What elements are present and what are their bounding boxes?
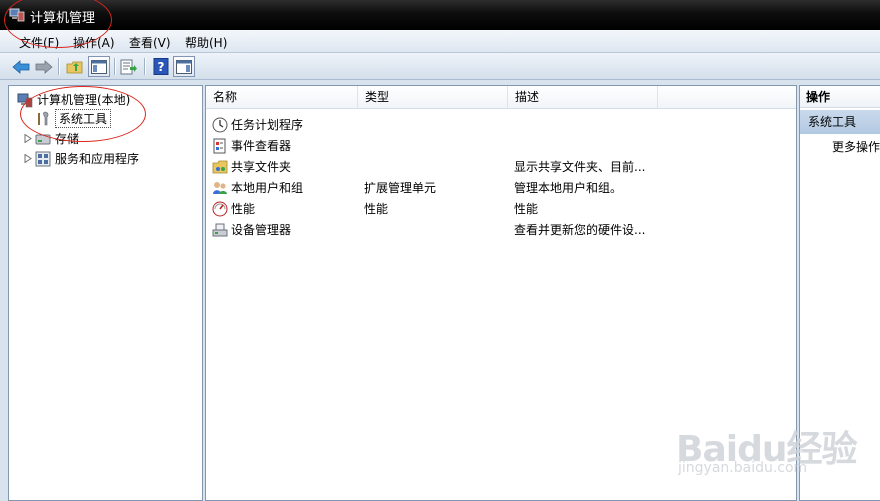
arrow-right-icon <box>35 59 53 74</box>
watermark-url: jingyan.baidu.com <box>678 460 808 476</box>
toolbar-separator <box>114 58 115 75</box>
item-name: 任务计划程序 <box>231 118 304 132</box>
clock-icon <box>212 117 228 132</box>
users-icon <box>213 181 227 194</box>
console-tree-pane: 计算机管理(本地) 系统工具 存储 服务和应用程序 <box>8 85 203 501</box>
show-hide-action-pane-button[interactable] <box>173 56 195 77</box>
services-icon <box>35 151 51 166</box>
export-list-icon <box>120 59 137 74</box>
list-item-performance[interactable]: 性能 性能 性能 <box>206 197 796 218</box>
window-title: 计算机管理 <box>30 11 96 26</box>
show-hide-tree-button[interactable] <box>88 56 110 77</box>
item-description: 管理本地用户和组。 <box>514 181 623 195</box>
menu-help[interactable]: 帮助(H) <box>185 34 227 51</box>
item-type: 扩展管理单元 <box>364 181 437 195</box>
item-name: 性能 <box>231 202 256 216</box>
shared-folder-icon <box>212 160 228 173</box>
list-item-event-viewer[interactable]: 事件查看器 <box>206 134 796 155</box>
actions-section-system-tools[interactable]: 系统工具 <box>800 110 880 134</box>
up-level-button[interactable] <box>64 56 86 77</box>
item-name: 设备管理器 <box>231 223 292 237</box>
list-item-local-users-and-groups[interactable]: 本地用户和组 扩展管理单元 管理本地用户和组。 <box>206 176 796 197</box>
tree-item-computer-management-local[interactable]: 计算机管理(本地) <box>17 90 130 109</box>
item-name: 本地用户和组 <box>231 181 304 195</box>
help-button[interactable]: ? <box>150 56 172 77</box>
console-tree-icon <box>91 59 107 74</box>
list-header: 名称 类型 描述 <box>206 86 796 109</box>
list-item-task-scheduler[interactable]: 任务计划程序 <box>206 113 796 134</box>
folder-up-icon <box>66 61 83 73</box>
storage-icon <box>35 134 51 144</box>
toolbar-separator <box>144 58 145 75</box>
item-description: 性能 <box>514 202 539 216</box>
tree-item-storage[interactable]: 存储 <box>35 129 79 148</box>
arrow-left-icon <box>12 59 30 74</box>
event-viewer-icon <box>213 138 226 153</box>
item-type: 性能 <box>364 202 389 216</box>
item-name: 事件查看器 <box>231 139 292 153</box>
help-icon: ? <box>153 58 169 75</box>
tree-item-services-and-applications[interactable]: 服务和应用程序 <box>35 149 139 168</box>
device-manager-icon <box>212 223 228 236</box>
toolbar-separator <box>58 58 59 75</box>
performance-icon <box>212 201 228 216</box>
menu-action[interactable]: 操作(A) <box>73 34 115 51</box>
tree-item-label: 系统工具 <box>55 109 112 128</box>
expand-arrow-icon[interactable] <box>24 134 32 143</box>
tree-item-label: 存储 <box>55 132 80 146</box>
more-actions-link[interactable]: 更多操作 <box>832 138 880 155</box>
watermark: Baidu经验 jingyan.baidu.com <box>676 420 876 484</box>
column-header-description[interactable]: 描述 <box>508 86 658 108</box>
back-button[interactable] <box>10 56 32 77</box>
item-name: 共享文件夹 <box>231 160 292 174</box>
menu-file[interactable]: 文件(F) <box>19 34 59 51</box>
item-description: 显示共享文件夹、目前... <box>514 160 646 174</box>
computer-management-icon <box>17 93 33 107</box>
action-pane-icon <box>176 59 192 74</box>
toolbar: ? <box>0 53 880 80</box>
actions-title: 操作 <box>800 86 880 108</box>
list-item-device-manager[interactable]: 设备管理器 查看并更新您的硬件设... <box>206 218 796 239</box>
list-item-shared-folders[interactable]: 共享文件夹 显示共享文件夹、目前... <box>206 155 796 176</box>
tools-icon <box>38 111 49 125</box>
forward-button[interactable] <box>33 56 55 77</box>
column-header-type[interactable]: 类型 <box>358 86 508 108</box>
column-header-name[interactable]: 名称 <box>206 86 358 108</box>
tree-item-system-tools[interactable]: 系统工具 <box>35 109 112 128</box>
expand-arrow-icon[interactable] <box>24 154 32 163</box>
computer-management-icon <box>9 8 25 22</box>
menu-bar: 文件(F) 操作(A) 查看(V) 帮助(H) <box>0 30 880 53</box>
item-description: 查看并更新您的硬件设... <box>514 223 646 237</box>
tree-item-label: 计算机管理(本地) <box>37 93 131 107</box>
tree-item-label: 服务和应用程序 <box>55 152 140 166</box>
title-bar: 计算机管理 <box>0 0 880 30</box>
export-list-button[interactable] <box>118 56 140 77</box>
svg-text:?: ? <box>158 60 165 74</box>
menu-view[interactable]: 查看(V) <box>129 34 171 51</box>
